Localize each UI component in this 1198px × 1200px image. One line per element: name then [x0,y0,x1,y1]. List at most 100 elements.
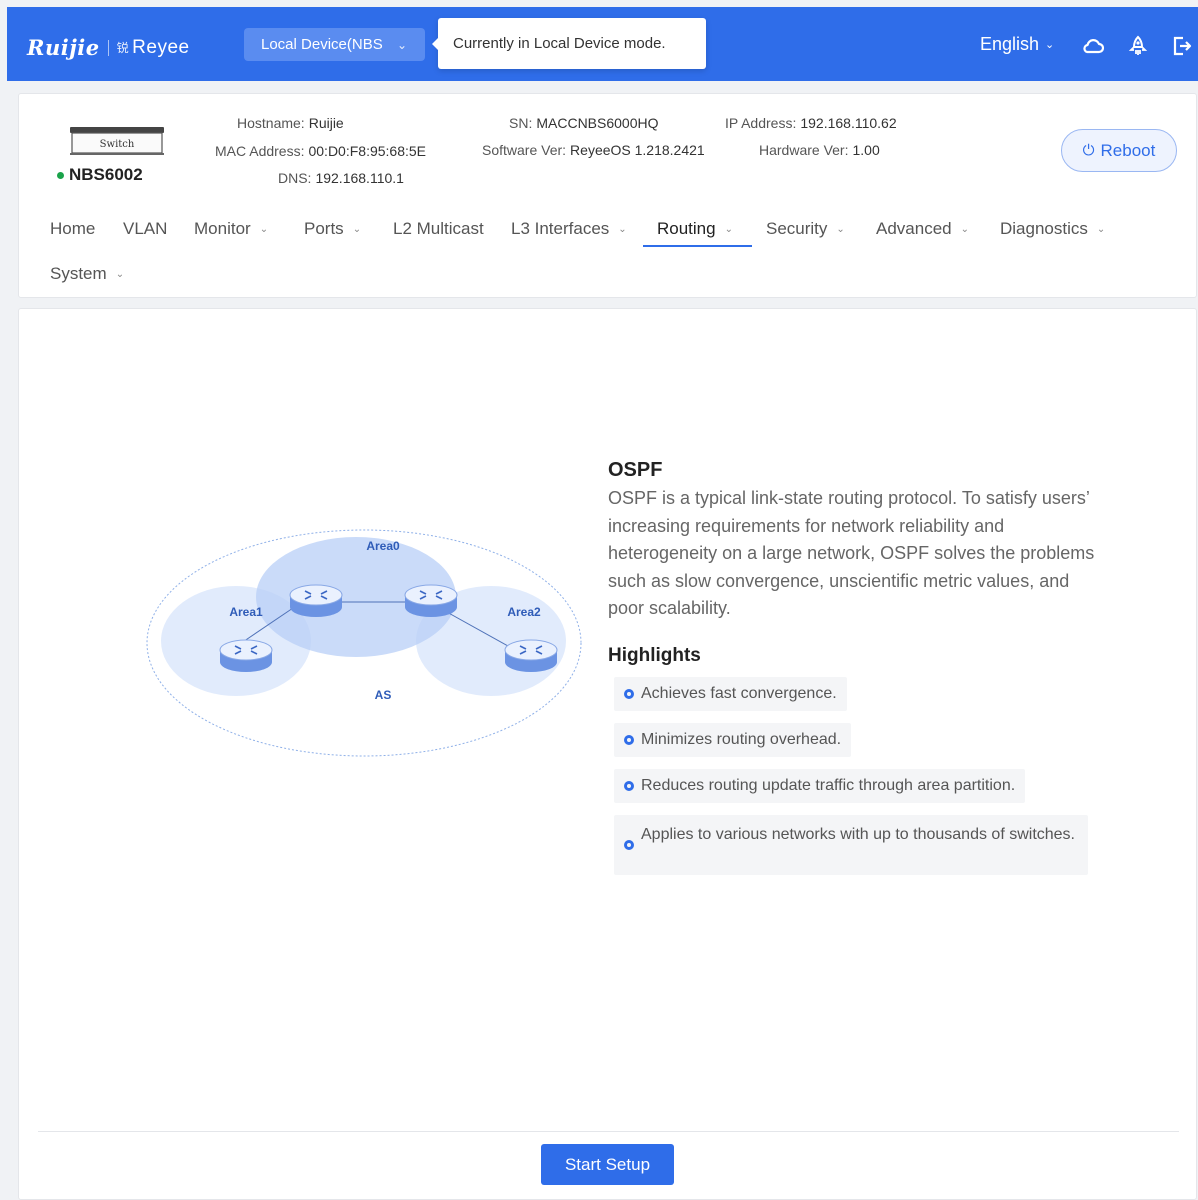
language-select[interactable]: English ⌄ [980,34,1054,55]
ospf-topology-diagram: Area0 Area1 Area2 AS [146,529,582,757]
mac-label: MAC Address: [215,143,305,159]
hostname-info: Hostname: Ruijie [237,115,344,131]
bullet-icon [624,781,634,791]
nav-home[interactable]: Home [50,219,95,239]
bullet-icon [624,689,634,699]
hardware-value: 1.00 [852,142,880,158]
ip-label: IP Address: [725,115,797,131]
ospf-intro-card: Area0 Area1 Area2 AS OSPF OSPF is a typi… [18,308,1197,1200]
footer-divider [38,1131,1179,1132]
switch-device-image: Switch [70,127,164,155]
nav-label: Diagnostics [1000,219,1088,238]
rocket-icon[interactable] [1127,35,1149,57]
nav-label: System [50,264,107,283]
dns-info: DNS: 192.168.110.1 [278,170,404,186]
nav-label: VLAN [123,219,168,238]
software-label: Software Ver: [482,142,567,158]
nav-label: Security [766,219,828,238]
reyee-logo-mark: 锐 [116,41,130,55]
nav-routing[interactable]: Routing ⌄ [657,219,733,239]
reboot-label: Reboot [1100,140,1156,160]
online-status-dot [57,171,64,179]
sn-label: SN: [509,115,533,131]
highlight-item: Reduces routing update traffic through a… [614,769,1026,803]
mode-tooltip-text: Currently in Local Device mode. [453,35,666,52]
device-mode-value: Local Device(NBS [261,36,383,53]
nav-advanced[interactable]: Advanced ⌄ [876,219,969,239]
device-mode-select[interactable]: Local Device(NBS ⌄ [244,28,425,61]
highlight-item: Applies to various networks with up to t… [614,815,1088,875]
device-model-name: NBS6002 [69,165,143,184]
highlight-item: Minimizes routing overhead. [614,723,852,757]
reyee-logo: 锐 Reyee [117,37,190,59]
start-setup-button[interactable]: Start Setup [541,1144,674,1185]
dns-label: DNS: [278,170,312,186]
nav-label: Monitor [194,219,251,238]
cloud-icon[interactable] [1082,35,1104,57]
device-model: NBS6002 [57,165,143,185]
sn-info: SN: MACCNBS6000HQ [509,115,659,131]
nav-label: L3 Interfaces [511,219,610,238]
hostname-label: Hostname: [237,115,305,131]
brand-logo: Ruijie 锐 Reyee [27,35,190,60]
chevron-down-icon: ⌄ [724,223,733,235]
mac-info: MAC Address: 00:D0:F8:95:68:5E [215,143,426,159]
nav-ports[interactable]: Ports ⌄ [304,219,361,239]
chevron-down-icon: ⌄ [960,223,970,235]
highlight-text: Reduces routing update traffic through a… [641,777,1016,794]
nav-l2-multicast[interactable]: L2 Multicast [393,219,484,239]
logout-icon[interactable] [1171,35,1193,57]
highlight-item: Achieves fast convergence. [614,677,847,711]
nav-label: Routing [657,219,716,238]
power-icon: ⏻ [1082,142,1095,159]
language-label: English [980,34,1040,54]
ip-value: 192.168.110.62 [800,115,897,131]
nav-diagnostics[interactable]: Diagnostics ⌄ [1000,219,1105,239]
nav-vlan[interactable]: VLAN [123,219,167,239]
sn-value: MACCNBS6000HQ [536,115,659,131]
feature-description: OSPF is a typical link-state routing pro… [608,488,1095,618]
chevron-down-icon: ⌄ [618,223,627,235]
hostname-value: Ruijie [308,115,344,131]
nav-l3-interfaces[interactable]: L3 Interfaces ⌄ [511,219,627,239]
router-icon [289,584,343,617]
reyee-logo-text: Reyee [132,36,190,58]
as-label: AS [375,688,392,702]
area0-label: Area0 [366,539,400,553]
start-setup-label: Start Setup [564,1154,651,1174]
top-bar: Ruijie 锐 Reyee Local Device(NBS ⌄ Curren… [7,7,1198,81]
area2-label: Area2 [507,605,541,619]
ruijie-logo: Ruijie [27,35,100,60]
mac-value: 00:D0:F8:95:68:5E [308,143,427,159]
nav-system[interactable]: System ⌄ [50,264,124,284]
ip-info: IP Address: 192.168.110.62 [725,115,897,131]
dns-value: 192.168.110.1 [315,170,404,186]
chevron-down-icon: ⌄ [352,223,362,235]
software-info: Software Ver: ReyeeOS 1.218.2421 [482,142,705,158]
highlight-text: Minimizes routing overhead. [641,731,842,748]
router-icon [504,639,558,672]
chevron-down-icon: ⌄ [115,268,125,280]
software-value: ReyeeOS 1.218.2421 [570,142,705,158]
nav-label: Ports [304,219,344,238]
nav-label: L2 Multicast [393,219,484,238]
nav-security[interactable]: Security ⌄ [766,219,845,239]
bullet-icon [624,840,634,850]
feature-title: OSPF [608,459,663,481]
mode-tooltip: Currently in Local Device mode. [432,18,706,69]
highlight-text: Applies to various networks with up to t… [641,826,1075,843]
hardware-label: Hardware Ver: [759,142,849,158]
nav-active-indicator [643,245,752,247]
router-icon [404,584,458,617]
chevron-down-icon: ⌄ [397,37,408,52]
area1-label: Area1 [229,605,263,619]
chevron-down-icon: ⌄ [1045,39,1055,51]
reboot-button[interactable]: ⏻ Reboot [1061,129,1177,172]
device-info-card: Switch NBS6002 Hostname: Ruijie MAC Addre… [18,93,1197,298]
chevron-down-icon: ⌄ [1096,223,1106,235]
bullet-icon [624,735,634,745]
highlights-title: Highlights [608,645,701,666]
chevron-down-icon: ⌄ [259,223,269,235]
nav-label: Advanced [876,219,952,238]
nav-monitor[interactable]: Monitor ⌄ [194,219,268,239]
